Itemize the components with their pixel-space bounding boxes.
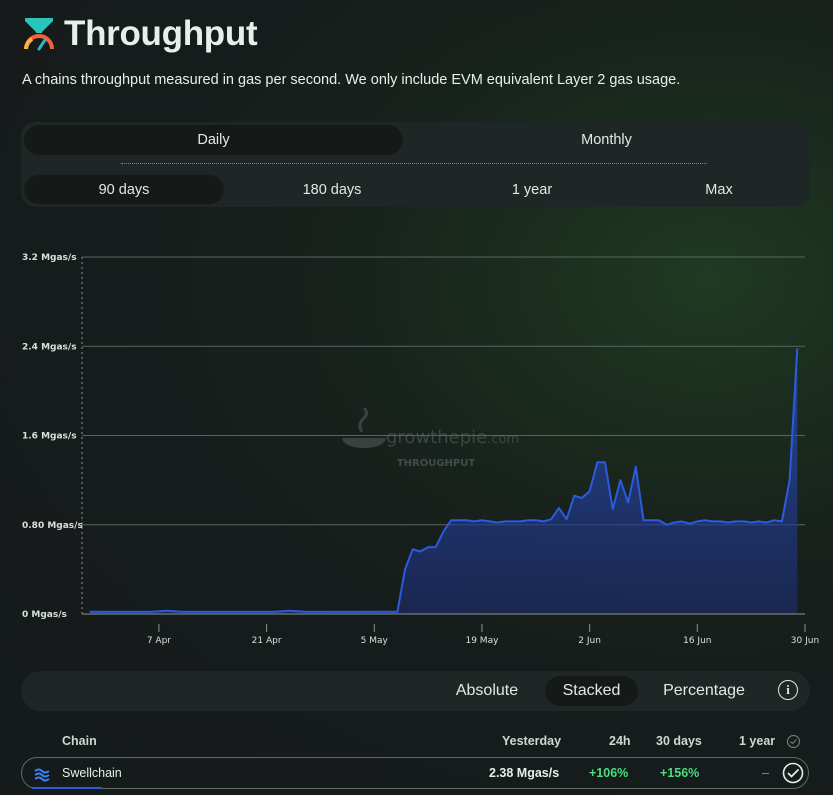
change-1-year: – [762,766,769,780]
col-header-chain[interactable]: Chain [62,734,97,748]
col-header-30-days[interactable]: 30 days [656,734,702,748]
change-30-days: +156% [660,766,700,780]
swellchain-logo-icon [34,768,50,782]
table-row[interactable]: Swellchain 2.38 Mgas/s +106% +156% – [21,757,809,789]
pie-logo-icon [342,438,386,448]
info-icon[interactable]: i [778,680,798,700]
share-bar [32,787,102,789]
y-tick-label: 0 Mgas/s [22,610,67,620]
y-tick-label: 2.4 Mgas/s [22,342,77,352]
y-tick-label: 0.80 Mgas/s [22,521,83,531]
watermark-brand: growthepie [386,427,487,448]
col-header-1-year[interactable]: 1 year [739,734,775,748]
watermark-brand-suffix: .com [487,432,519,447]
watermark-caption: THROUGHPUT [397,458,476,469]
selected-check-icon[interactable] [782,762,804,784]
mode-absolute[interactable]: Absolute [444,676,530,706]
x-tick-label: 19 May [465,636,499,646]
x-tick-label: 2 Jun [578,636,601,646]
area-series [89,348,799,614]
svg-text:growthepie.com: growthepie.com [386,427,519,448]
change-24h: +106% [589,766,629,780]
x-tick-label: 7 Apr [147,636,171,646]
mode-percentage[interactable]: Percentage [651,676,757,706]
y-tick-label: 1.6 Mgas/s [22,432,77,442]
mode-stacked[interactable]: Stacked [545,676,638,706]
chain-name: Swellchain [62,766,122,780]
series-area [89,348,798,614]
x-tick-label: 30 Jun [791,636,819,646]
x-tick-label: 21 Apr [252,636,282,646]
display-mode-bar: Absolute Stacked Percentage i [21,671,810,711]
x-tick-label: 5 May [361,636,389,646]
col-header-24h[interactable]: 24h [609,734,631,748]
chart-watermark: growthepie.com THROUGHPUT [342,406,519,469]
yesterday-value: 2.38 Mgas/s [489,766,560,780]
col-header-yesterday[interactable]: Yesterday [502,734,561,748]
y-tick-label: 3.2 Mgas/s [22,253,77,263]
select-all-check-icon[interactable] [786,734,801,749]
throughput-chart: growthepie.com THROUGHPUT 0 Mgas/s 0.80 M… [22,253,819,646]
pie-steam-icon [358,406,368,433]
x-tick-label: 16 Jun [683,636,711,646]
